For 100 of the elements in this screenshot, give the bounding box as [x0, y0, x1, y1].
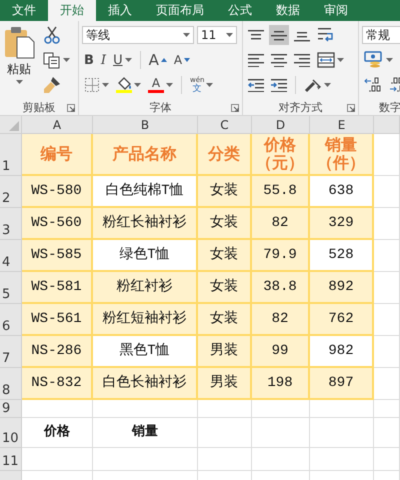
- ribbon-tab[interactable]: 文件: [0, 0, 48, 21]
- column-heading: 编号: [39, 144, 74, 164]
- clipboard-icon[interactable]: [3, 25, 35, 59]
- align-right-icon[interactable]: [294, 53, 310, 67]
- table-cell: [252, 400, 310, 418]
- merge-center-icon[interactable]: [317, 52, 335, 68]
- column-header[interactable]: A: [22, 116, 93, 134]
- caret-icon[interactable]: [63, 58, 70, 62]
- ribbon-tab[interactable]: 公式: [216, 0, 264, 21]
- currency-icon[interactable]: [364, 51, 384, 69]
- row-header[interactable]: 3: [0, 208, 22, 240]
- caret-icon[interactable]: [226, 33, 233, 37]
- caret-icon[interactable]: [386, 58, 393, 62]
- grow-font-button[interactable]: A: [148, 51, 159, 69]
- caret-icon[interactable]: [166, 83, 173, 87]
- dropdown-field[interactable]: 11: [197, 26, 237, 44]
- table-cell: [198, 448, 252, 471]
- dropdown-field[interactable]: 等线: [82, 26, 194, 44]
- caret-icon[interactable]: [102, 83, 109, 87]
- ribbon-tab[interactable]: 页面布局: [144, 0, 216, 21]
- table-cell: [374, 418, 400, 448]
- row-header[interactable]: 4: [0, 240, 22, 272]
- row-header[interactable]: 10: [0, 418, 22, 448]
- scissors-icon[interactable]: [43, 26, 61, 44]
- dialog-launcher-icon[interactable]: [231, 104, 239, 112]
- table-cell: 男装: [210, 342, 238, 360]
- copy-icon[interactable]: [43, 51, 61, 69]
- align-top-icon[interactable]: [248, 28, 264, 42]
- group-label: 字体: [150, 100, 172, 114]
- down-triangle-icon[interactable]: [184, 58, 190, 62]
- table-cell: 男装: [210, 374, 238, 392]
- caret-icon[interactable]: [337, 58, 344, 62]
- table-cell: 白色长袖衬衫: [102, 374, 186, 392]
- italic-button[interactable]: I: [100, 52, 106, 68]
- dialog-launcher-icon[interactable]: [347, 104, 355, 112]
- paint-bucket-icon[interactable]: [116, 77, 132, 90]
- borders-icon[interactable]: [84, 77, 100, 93]
- table-cell: 绿色T恤: [119, 246, 170, 264]
- paste-button[interactable]: 粘贴: [3, 25, 35, 99]
- table-cell: [374, 448, 400, 471]
- shrink-font-button[interactable]: A: [174, 53, 182, 67]
- ribbon-tab[interactable]: 开始: [48, 0, 96, 21]
- column-header[interactable]: D: [252, 116, 310, 134]
- row-header[interactable]: 2: [0, 176, 22, 208]
- table-cell: 女装: [210, 214, 238, 232]
- caret-icon[interactable]: [324, 83, 331, 87]
- row-header[interactable]: 5: [0, 272, 22, 304]
- table-cell: 638: [328, 182, 354, 200]
- column-heading: 产品名称: [112, 144, 178, 164]
- align-middle-icon[interactable]: [271, 28, 287, 42]
- row-header[interactable]: 1: [0, 134, 22, 176]
- text-orientation-icon[interactable]: [304, 77, 322, 93]
- caret-icon[interactable]: [134, 83, 141, 87]
- table-cell: [374, 240, 400, 272]
- row-header[interactable]: 7: [0, 336, 22, 368]
- table-cell: 762: [328, 310, 354, 328]
- dialog-launcher-icon[interactable]: [67, 104, 75, 112]
- table-cell: 女装: [210, 246, 238, 264]
- table-cell: [374, 400, 400, 418]
- underline-button[interactable]: U: [113, 52, 123, 68]
- table-cell: 女装: [210, 182, 238, 200]
- brush-icon[interactable]: [43, 76, 61, 94]
- caret-icon[interactable]: [16, 80, 22, 84]
- bold-button[interactable]: B: [84, 52, 94, 68]
- ribbon-tab[interactable]: 数据: [264, 0, 312, 21]
- column-header[interactable]: E: [310, 116, 374, 134]
- dropdown-field[interactable]: 常规: [362, 26, 400, 44]
- align-left-icon[interactable]: [248, 53, 264, 67]
- label-text: 销量: [132, 425, 158, 440]
- column-heading: 分类: [206, 144, 241, 164]
- table-cell: WS-561: [31, 310, 82, 328]
- row-header[interactable]: 11: [0, 448, 22, 471]
- row-header[interactable]: 6: [0, 304, 22, 336]
- decrease-indent-icon[interactable]: [248, 78, 264, 92]
- increase-indent-icon[interactable]: [271, 78, 287, 92]
- row-header[interactable]: 9: [0, 400, 22, 418]
- row-header[interactable]: 8: [0, 368, 22, 400]
- ribbon-tab[interactable]: 插入: [96, 0, 144, 21]
- column-header[interactable]: C: [198, 116, 252, 134]
- up-triangle-icon[interactable]: [160, 58, 167, 62]
- table-cell: [198, 400, 252, 418]
- table-cell: 38.8: [263, 278, 297, 296]
- column-header[interactable]: B: [93, 116, 198, 134]
- table-cell: 528: [328, 246, 354, 264]
- table-cell: WS-585: [31, 246, 82, 264]
- font-color-button[interactable]: A: [152, 77, 160, 90]
- caret-icon[interactable]: [206, 83, 214, 87]
- wrap-text-icon[interactable]: [317, 27, 335, 43]
- increase-decimal-icon[interactable]: [364, 77, 382, 93]
- table-cell: [252, 418, 310, 448]
- table-cell: 198: [267, 374, 293, 392]
- group-label: 对齐方式: [278, 100, 322, 114]
- table-cell: [252, 448, 310, 471]
- align-center-icon[interactable]: [271, 53, 287, 67]
- caret-icon[interactable]: [124, 58, 132, 62]
- ribbon-tab[interactable]: 审阅: [312, 0, 360, 21]
- table-cell: [374, 134, 400, 176]
- table-cell: 女装: [210, 278, 238, 296]
- table-cell: 黑色T恤: [119, 342, 170, 360]
- caret-icon[interactable]: [183, 33, 190, 37]
